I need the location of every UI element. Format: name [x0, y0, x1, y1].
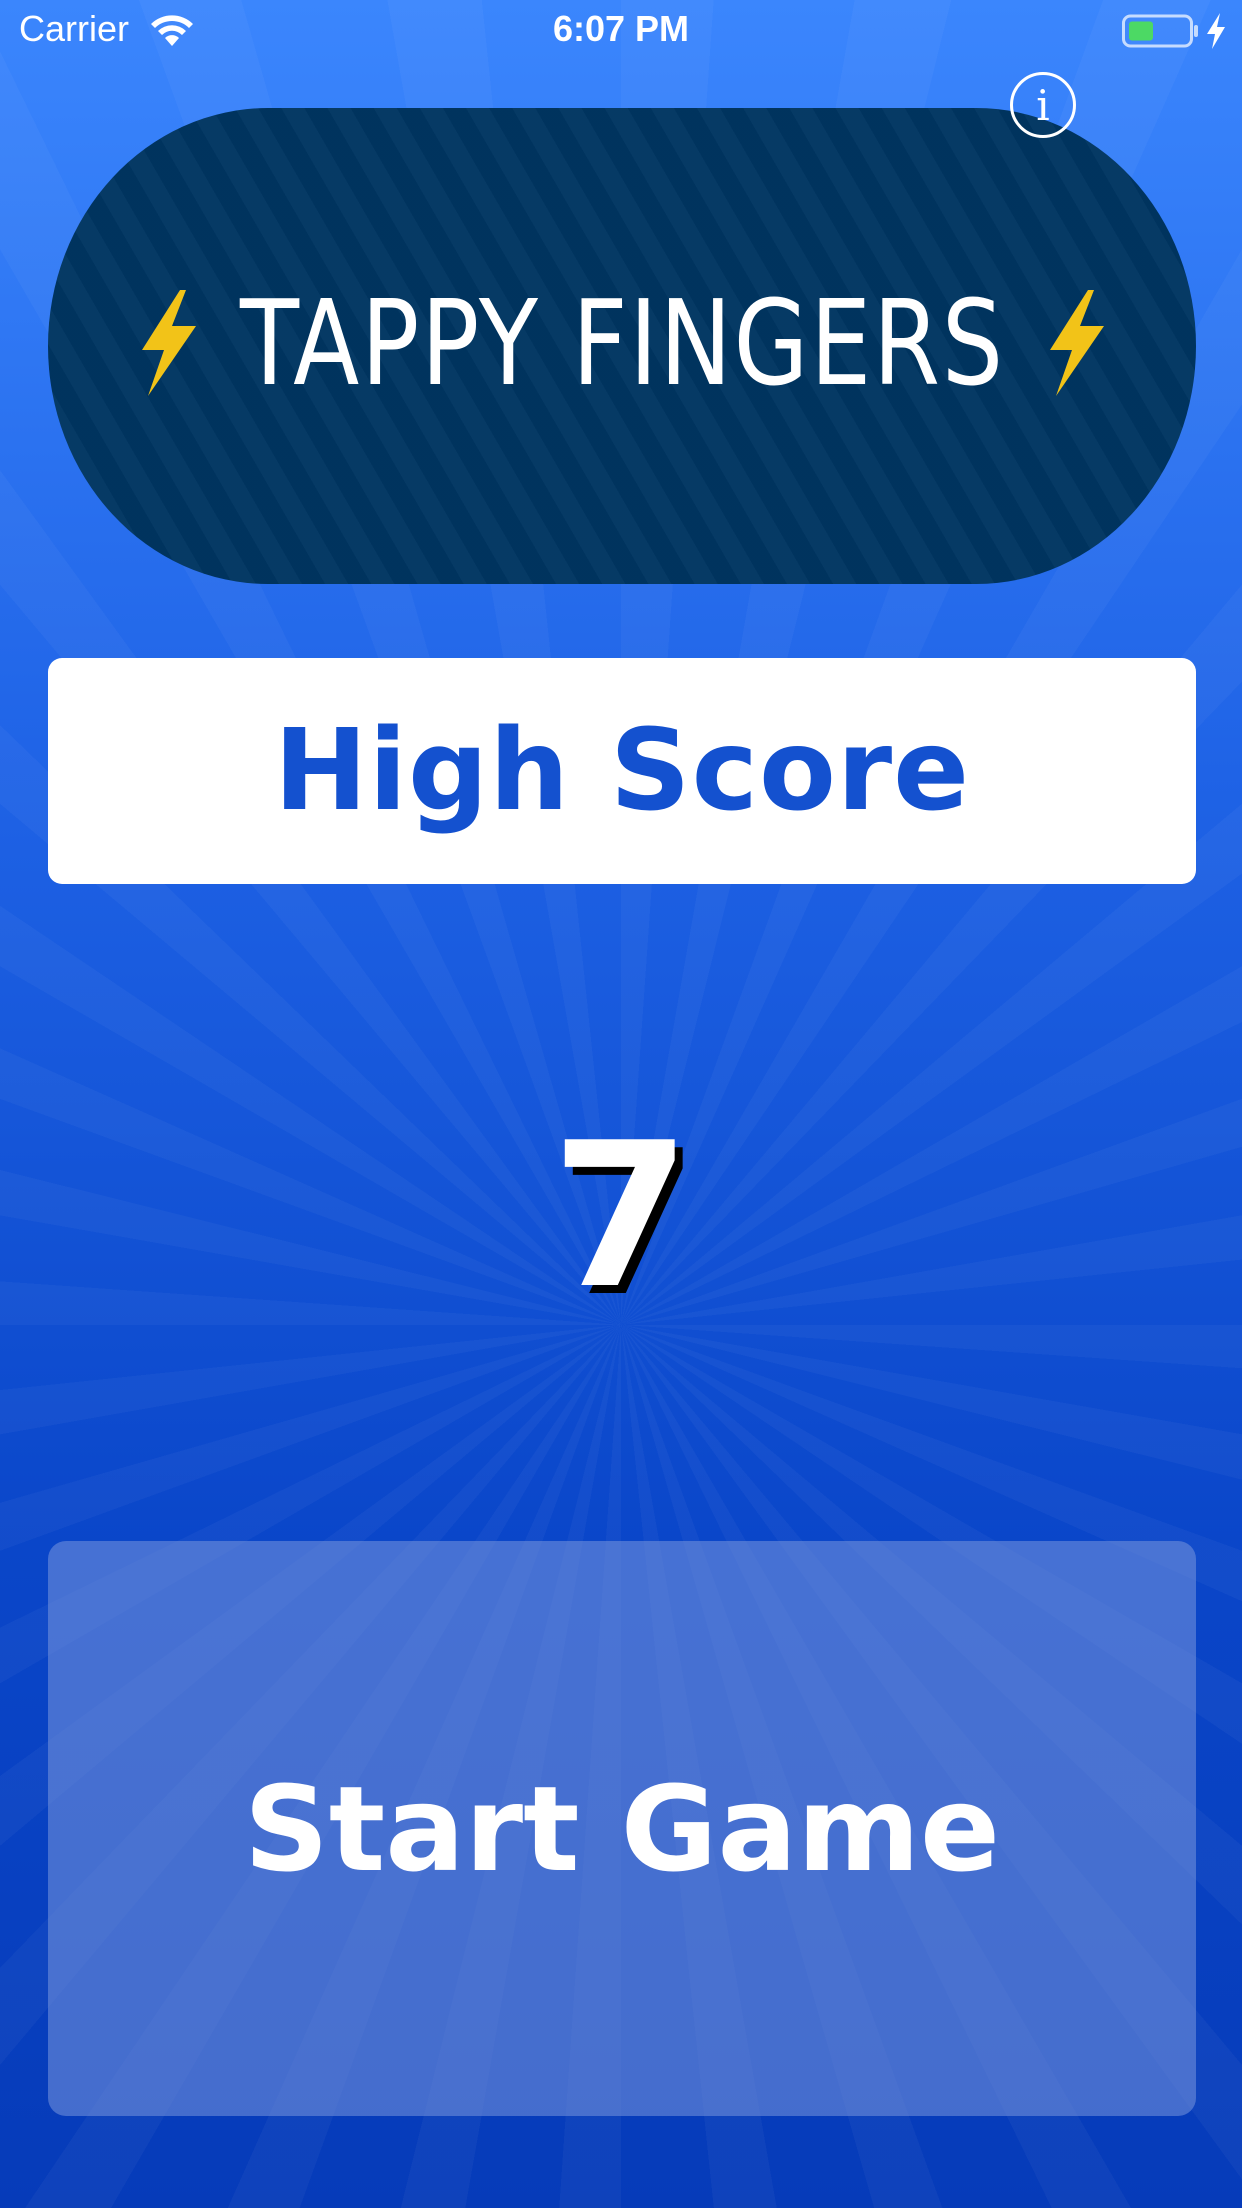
high-score-label: High Score	[273, 706, 971, 836]
lightning-icon	[1050, 290, 1105, 396]
start-game-label: Start Game	[243, 1759, 1001, 1898]
high-score-box: High Score	[48, 658, 1196, 884]
title-banner: TAPPY FINGERS	[48, 108, 1196, 584]
battery-charging-icon	[1122, 14, 1198, 48]
info-button[interactable]: i	[1010, 72, 1076, 138]
charging-bolt-icon	[1207, 13, 1225, 49]
lightning-icon	[141, 290, 196, 396]
high-score-value: 7	[551, 1100, 691, 1333]
info-icon: i	[1036, 80, 1050, 130]
app-title-text: TAPPY FINGERS	[239, 274, 1005, 412]
start-game-button[interactable]: Start Game	[48, 1541, 1196, 2116]
app-title: TAPPY FINGERS	[48, 268, 1196, 418]
status-time: 6:07 PM	[552, 8, 690, 49]
status-bar: Carrier 6:07 PM	[0, 0, 1242, 62]
